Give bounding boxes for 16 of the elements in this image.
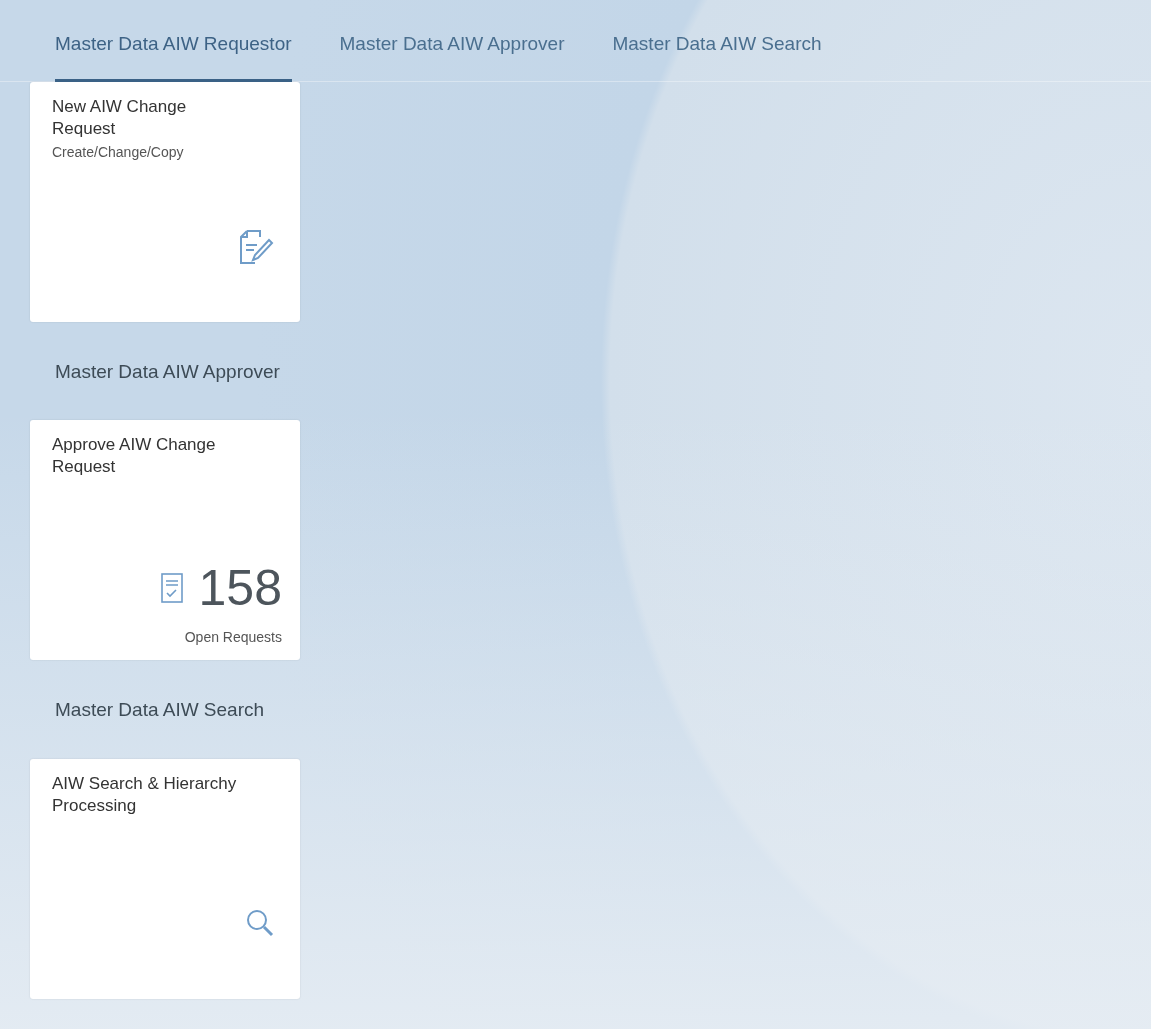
edit-document-icon xyxy=(238,227,274,266)
tab[interactable]: Master Data AIW Approver xyxy=(339,30,565,82)
tile-title: AIW Search & Hierarchy Processing xyxy=(52,772,238,817)
app-tile[interactable]: AIW Search & Hierarchy Processing xyxy=(30,758,300,999)
app-tile[interactable]: New AIW Change Request Create/Change/Copy xyxy=(30,81,300,322)
tile-unit: Open Requests xyxy=(184,628,282,647)
tile-count: 158 xyxy=(198,563,282,613)
search-icon xyxy=(246,908,274,937)
checklist-icon xyxy=(160,573,183,603)
tile-subtitle: Create/Change/Copy xyxy=(52,142,185,162)
group-title: Master Data AIW Search xyxy=(55,698,266,722)
tab[interactable]: Master Data AIW Search xyxy=(612,30,822,82)
tile-title: New AIW Change Request xyxy=(52,95,188,140)
group-title: Master Data AIW Approver xyxy=(55,359,281,384)
tile-title: Approve AIW Change Request xyxy=(52,434,217,479)
app-tile[interactable]: Approve AIW Change Request 158 Open Requests xyxy=(30,420,300,660)
